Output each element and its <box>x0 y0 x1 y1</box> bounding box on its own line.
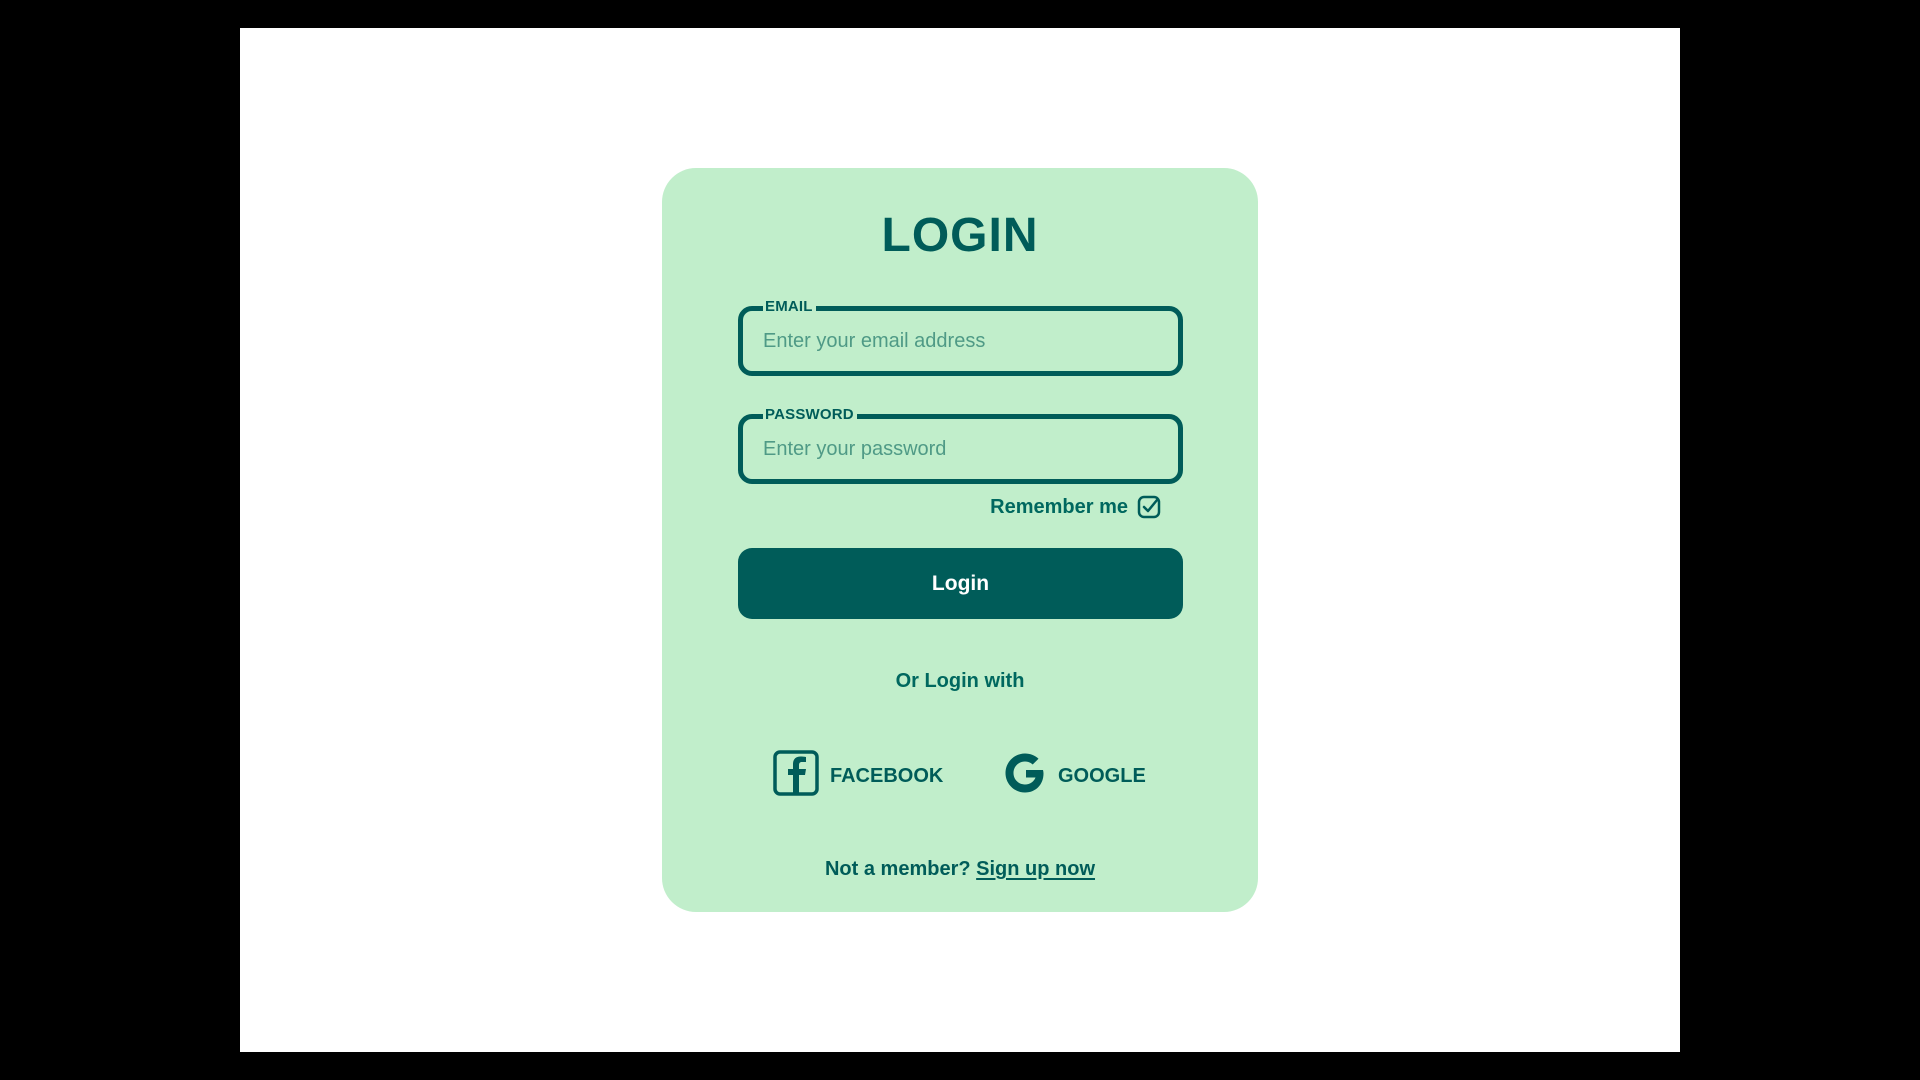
email-field[interactable]: EMAIL <box>738 298 1183 376</box>
google-icon <box>1002 750 1048 802</box>
password-input[interactable] <box>763 431 1158 467</box>
remember-me-label: Remember me <box>990 495 1128 518</box>
password-label: PASSWORD <box>763 406 857 424</box>
signup-link[interactable]: Sign up now <box>976 858 1095 880</box>
signup-prompt-text: Not a member? <box>824 858 971 880</box>
google-label: GOOGLE <box>1058 764 1146 787</box>
google-login-button[interactable]: GOOGLE <box>1002 752 1146 800</box>
remember-me-checkbox[interactable]: Remember me <box>990 494 1162 520</box>
screen: LOGIN EMAIL PASSWORD Remember me Login O… <box>240 28 1680 1052</box>
login-card: LOGIN EMAIL PASSWORD Remember me Login O… <box>662 168 1258 912</box>
facebook-icon <box>772 749 820 803</box>
checkbox-checked-icon[interactable] <box>1136 494 1162 520</box>
email-input[interactable] <box>763 323 1158 359</box>
email-label: EMAIL <box>763 298 816 316</box>
or-login-with-text: Or Login with <box>895 670 1025 692</box>
facebook-label: FACEBOOK <box>830 764 944 787</box>
signup-prompt: Not a member? Sign up now <box>662 858 1258 881</box>
password-field[interactable]: PASSWORD <box>738 406 1183 484</box>
facebook-login-button[interactable]: FACEBOOK <box>772 749 944 803</box>
login-button[interactable]: Login <box>738 548 1183 619</box>
login-title: LOGIN <box>881 209 1039 262</box>
